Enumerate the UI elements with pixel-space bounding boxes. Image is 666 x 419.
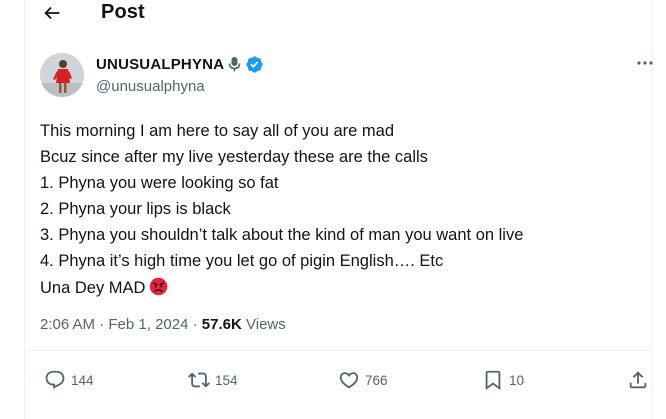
like-button[interactable]: 766 (338, 368, 388, 392)
repost-button[interactable]: 154 (188, 368, 238, 392)
author-name-row: UNUSUALPHYNA (96, 54, 264, 74)
meta-separator: · (188, 316, 202, 333)
page-title: Post (101, 1, 145, 23)
arrow-left-icon (44, 6, 60, 20)
post-text-line: This morning I am here to say all of you… (40, 122, 394, 140)
share-button[interactable] (627, 368, 649, 392)
reply-button[interactable]: 144 (44, 368, 94, 392)
post-time[interactable]: 2:06 AM (40, 316, 95, 333)
author-handle[interactable]: @unusualphyna (96, 78, 205, 95)
angry-face-icon (150, 277, 168, 295)
repost-icon (188, 372, 210, 388)
bookmark-icon (485, 370, 501, 391)
author-display-name[interactable]: UNUSUALPHYNA (96, 56, 224, 73)
meta-separator: · (95, 316, 109, 333)
top-bar: Post (0, 0, 666, 30)
post-meta: 2:06 AM · Feb 1, 2024 · 57.6K Views (40, 316, 286, 333)
more-options-button[interactable] (633, 52, 657, 74)
more-dots-icon (637, 61, 653, 65)
views-count: 57.6K (201, 316, 242, 333)
post-text-line: Una Dey MAD (40, 278, 146, 297)
reply-icon (45, 370, 65, 389)
back-button[interactable] (40, 2, 64, 24)
bookmark-count: 10 (509, 372, 525, 388)
microphone-icon (228, 56, 241, 71)
avatar[interactable] (40, 53, 84, 97)
verified-badge-icon (246, 55, 263, 73)
post-text-last-line: Una Dey MAD (40, 275, 640, 301)
column-border-left (24, 0, 25, 419)
avatar-image (40, 53, 84, 97)
post-text-line: 3. Phyna you shouldn’t talk about the ki… (40, 226, 524, 245)
share-icon (629, 371, 647, 389)
post-date[interactable]: Feb 1, 2024 (108, 316, 188, 333)
heart-icon (339, 372, 359, 389)
divider (24, 350, 652, 351)
views-label: Views (246, 316, 286, 333)
post-text-line: 4. Phyna it’s high time you let go of pi… (40, 252, 444, 271)
bookmark-button[interactable]: 10 (482, 368, 524, 392)
post-text-line: 2. Phyna your lips is black (40, 200, 231, 219)
reply-count: 144 (71, 372, 94, 388)
like-count: 766 (365, 372, 388, 388)
post-text-line: Bcuz since after my live yesterday these… (40, 148, 428, 167)
post-text-line: 1. Phyna you were looking so fat (40, 174, 279, 193)
repost-count: 154 (215, 372, 238, 388)
post-text: This morning I am here to say all of you… (40, 118, 640, 301)
